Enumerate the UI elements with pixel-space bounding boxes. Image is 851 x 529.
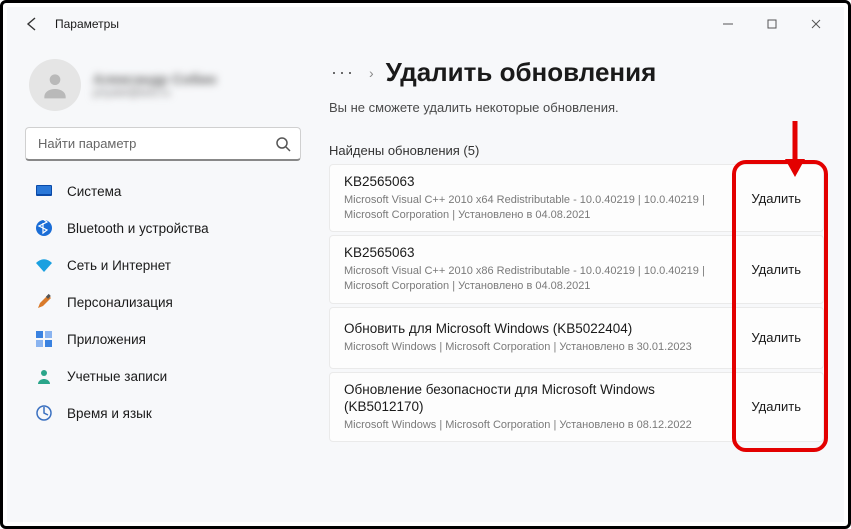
update-item: Обновление безопасности для Microsoft Wi… [329,372,824,442]
clock-globe-icon [35,404,53,422]
nav-label: Сеть и Интернет [67,258,171,273]
sidebar: Александр Собин priyatel@test.ru Система [7,41,313,522]
uninstall-button[interactable]: Удалить [741,324,811,351]
avatar [29,59,81,111]
nav-item-accounts[interactable]: Учетные записи [25,358,301,394]
nav-item-apps[interactable]: Приложения [25,321,301,357]
profile[interactable]: Александр Собин priyatel@test.ru [25,55,301,127]
minimize-button[interactable] [706,9,750,39]
main-content: ··· › Удалить обновления Вы не сможете у… [313,41,844,522]
bluetooth-icon [35,219,53,237]
back-button[interactable] [17,9,47,39]
nav-item-system[interactable]: Система [25,173,301,209]
maximize-button[interactable] [750,9,794,39]
update-title: KB2565063 [344,244,731,262]
brush-icon [35,293,53,311]
nav-item-time-language[interactable]: Время и язык [25,395,301,431]
person-icon [35,367,53,385]
nav-label: Приложения [67,332,146,347]
profile-email: priyatel@test.ru [93,87,216,99]
uninstall-button[interactable]: Удалить [741,185,811,212]
breadcrumb-overflow[interactable]: ··· [329,62,357,83]
update-meta: Microsoft Visual C++ 2010 x64 Redistribu… [344,193,731,224]
update-meta: Microsoft Visual C++ 2010 x86 Redistribu… [344,264,731,295]
page-title: Удалить обновления [386,57,657,88]
nav-label: Bluetooth и устройства [67,221,209,236]
search-icon [275,136,291,152]
apps-icon [35,330,53,348]
update-list: KB2565063 Microsoft Visual C++ 2010 x64 … [329,164,824,445]
update-title: Обновление безопасности для Microsoft Wi… [344,381,731,416]
breadcrumb: ··· › Удалить обновления [329,57,824,88]
system-icon [35,182,53,200]
nav: Система Bluetooth и устройства Сеть и Ин… [25,173,301,431]
window-title: Параметры [55,17,119,31]
updates-count-header: Найдены обновления (5) [329,143,824,158]
update-title: Обновить для Microsoft Windows (KB502240… [344,320,731,338]
update-title: KB2565063 [344,173,731,191]
page-subtitle: Вы не сможете удалить некоторые обновлен… [329,100,824,115]
update-item: KB2565063 Microsoft Visual C++ 2010 x64 … [329,164,824,232]
update-meta: Microsoft Windows | Microsoft Corporatio… [344,418,731,433]
nav-item-personalization[interactable]: Персонализация [25,284,301,320]
uninstall-button[interactable]: Удалить [741,256,811,283]
search-input[interactable] [25,127,301,161]
search-box[interactable] [25,127,301,161]
update-item: Обновить для Microsoft Windows (KB502240… [329,307,824,369]
nav-item-network[interactable]: Сеть и Интернет [25,247,301,283]
close-button[interactable] [794,9,838,39]
nav-item-bluetooth[interactable]: Bluetooth и устройства [25,210,301,246]
nav-label: Время и язык [67,406,152,421]
nav-label: Система [67,184,121,199]
nav-label: Учетные записи [67,369,167,384]
chevron-right-icon: › [369,65,374,81]
nav-label: Персонализация [67,295,173,310]
titlebar: Параметры [7,7,844,41]
wifi-icon [35,256,53,274]
update-item: KB2565063 Microsoft Visual C++ 2010 x86 … [329,235,824,303]
profile-name: Александр Собин [93,71,216,87]
update-meta: Microsoft Windows | Microsoft Corporatio… [344,340,731,355]
uninstall-button[interactable]: Удалить [741,393,811,420]
